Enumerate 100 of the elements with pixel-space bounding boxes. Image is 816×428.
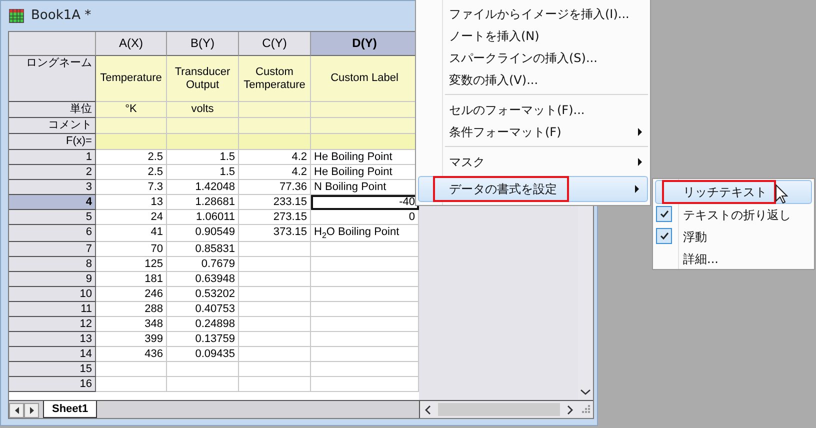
table-cell: 70 bbox=[96, 242, 167, 257]
table-cell: 288 bbox=[96, 302, 167, 317]
header-cell: °K bbox=[96, 102, 167, 118]
header-cell bbox=[239, 102, 311, 118]
row-header[interactable]: 7 bbox=[9, 242, 96, 257]
column-header[interactable]: A(X) bbox=[96, 32, 167, 56]
header-cell: Temperature bbox=[96, 56, 167, 102]
row-header[interactable]: 11 bbox=[9, 302, 96, 317]
pointer-icon bbox=[775, 184, 788, 204]
row-header[interactable]: 4 bbox=[9, 195, 96, 210]
menu-item[interactable]: テキストの折り返し bbox=[653, 204, 814, 226]
row-header[interactable]: 10 bbox=[9, 287, 96, 302]
header-cell: Transducer Output bbox=[167, 56, 239, 102]
submenu-arrow-icon bbox=[635, 185, 639, 193]
table-cell: 1.42048 bbox=[167, 180, 239, 195]
header-cell bbox=[239, 118, 311, 134]
table-cell: 4.2 bbox=[239, 150, 311, 165]
table-cell: 77.36 bbox=[239, 180, 311, 195]
column-header[interactable]: C(Y) bbox=[239, 32, 311, 56]
menu-item[interactable]: ノートを挿入(N) bbox=[416, 25, 650, 47]
table-cell bbox=[239, 362, 311, 377]
table-cell: 0.7679 bbox=[167, 257, 239, 272]
row-header[interactable]: 9 bbox=[9, 272, 96, 287]
left-triangle-icon bbox=[12, 405, 20, 416]
header-cell bbox=[167, 118, 239, 134]
table-cell bbox=[167, 377, 239, 392]
menu-item[interactable]: マスク bbox=[416, 151, 650, 173]
row-label: ロングネーム bbox=[9, 56, 96, 102]
table-cell: 2.5 bbox=[96, 150, 167, 165]
row-header[interactable]: 5 bbox=[9, 210, 96, 225]
table-cell: 0.24898 bbox=[167, 317, 239, 332]
window-title: Book1A * bbox=[31, 8, 92, 23]
menu-item[interactable]: データの書式を設定 bbox=[418, 176, 648, 202]
row-header[interactable]: 1 bbox=[9, 150, 96, 165]
row-header[interactable]: 16 bbox=[9, 377, 96, 392]
row-header[interactable]: 2 bbox=[9, 165, 96, 180]
table-cell: 0.09435 bbox=[167, 347, 239, 362]
row-header[interactable]: 3 bbox=[9, 180, 96, 195]
submenu-arrow-icon bbox=[638, 128, 642, 136]
table-cell bbox=[239, 272, 311, 287]
table-cell bbox=[96, 362, 167, 377]
table-cell: H$_{2}$O Boiling Point bbox=[311, 225, 419, 242]
header-cell: volts bbox=[167, 102, 239, 118]
row-label: 単位 bbox=[9, 102, 96, 118]
table-cell: 0.13759 bbox=[167, 332, 239, 347]
table-cell bbox=[239, 332, 311, 347]
row-header[interactable]: 15 bbox=[9, 362, 96, 377]
menu-item[interactable]: 詳細... bbox=[653, 248, 814, 270]
menu-item[interactable]: セルのフォーマット(F)... bbox=[416, 99, 650, 121]
table-cell: 1.06011 bbox=[167, 210, 239, 225]
table-cell: 233.15 bbox=[239, 195, 311, 210]
column-header[interactable]: B(Y) bbox=[167, 32, 239, 56]
scroll-right-button[interactable] bbox=[24, 403, 39, 418]
row-label: コメント bbox=[9, 118, 96, 134]
right-triangle-icon bbox=[28, 405, 36, 416]
horizontal-scrollbar[interactable] bbox=[419, 401, 578, 418]
table-cell bbox=[239, 257, 311, 272]
table-cell bbox=[239, 377, 311, 392]
table-cell: 7.3 bbox=[96, 180, 167, 195]
table-cell: 348 bbox=[96, 317, 167, 332]
worksheet-icon bbox=[9, 8, 24, 22]
row-header[interactable]: 6 bbox=[9, 225, 96, 242]
menu-item[interactable]: 条件フォーマット(F) bbox=[416, 121, 650, 143]
table-cell bbox=[239, 242, 311, 257]
table-cell: 399 bbox=[96, 332, 167, 347]
table-cell: 0.40753 bbox=[167, 302, 239, 317]
table-cell: 0.53202 bbox=[167, 287, 239, 302]
corner-cell[interactable] bbox=[9, 32, 96, 56]
scroll-right-icon[interactable] bbox=[566, 404, 574, 416]
table-cell: 0.63948 bbox=[167, 272, 239, 287]
table-cell: 13 bbox=[96, 195, 167, 210]
scroll-left-icon[interactable] bbox=[424, 404, 432, 416]
row-header[interactable]: 14 bbox=[9, 347, 96, 362]
sheet-tab[interactable]: Sheet1 bbox=[43, 401, 98, 418]
menu-item[interactable]: 変数の挿入(V)... bbox=[416, 69, 650, 91]
menu-item[interactable]: ファイルからイメージを挿入(I)... bbox=[416, 3, 650, 25]
menu-item[interactable]: 浮動 bbox=[653, 226, 814, 248]
row-header[interactable]: 12 bbox=[9, 317, 96, 332]
table-cell: 246 bbox=[96, 287, 167, 302]
table-cell: 1.5 bbox=[167, 150, 239, 165]
row-label: F(x)= bbox=[9, 134, 96, 150]
scroll-thumb[interactable] bbox=[438, 403, 560, 416]
table-cell: 24 bbox=[96, 210, 167, 225]
menu-item[interactable]: リッチテキスト bbox=[655, 180, 812, 204]
table-cell bbox=[239, 302, 311, 317]
table-cell bbox=[239, 347, 311, 362]
table-cell: 125 bbox=[96, 257, 167, 272]
table-cell[interactable]: -40 bbox=[311, 195, 419, 210]
table-cell: 436 bbox=[96, 347, 167, 362]
header-cell bbox=[167, 134, 239, 150]
table-cell: 4.2 bbox=[239, 165, 311, 180]
row-header[interactable]: 13 bbox=[9, 332, 96, 347]
submenu-arrow-icon bbox=[638, 158, 642, 166]
scroll-left-button[interactable] bbox=[9, 403, 24, 418]
table-cell: 41 bbox=[96, 225, 167, 242]
table-cell: 0 bbox=[311, 210, 419, 225]
header-cell bbox=[239, 134, 311, 150]
menu-item[interactable]: スパークラインの挿入(S)... bbox=[416, 47, 650, 69]
row-header[interactable]: 8 bbox=[9, 257, 96, 272]
table-cell: 373.15 bbox=[239, 225, 311, 242]
